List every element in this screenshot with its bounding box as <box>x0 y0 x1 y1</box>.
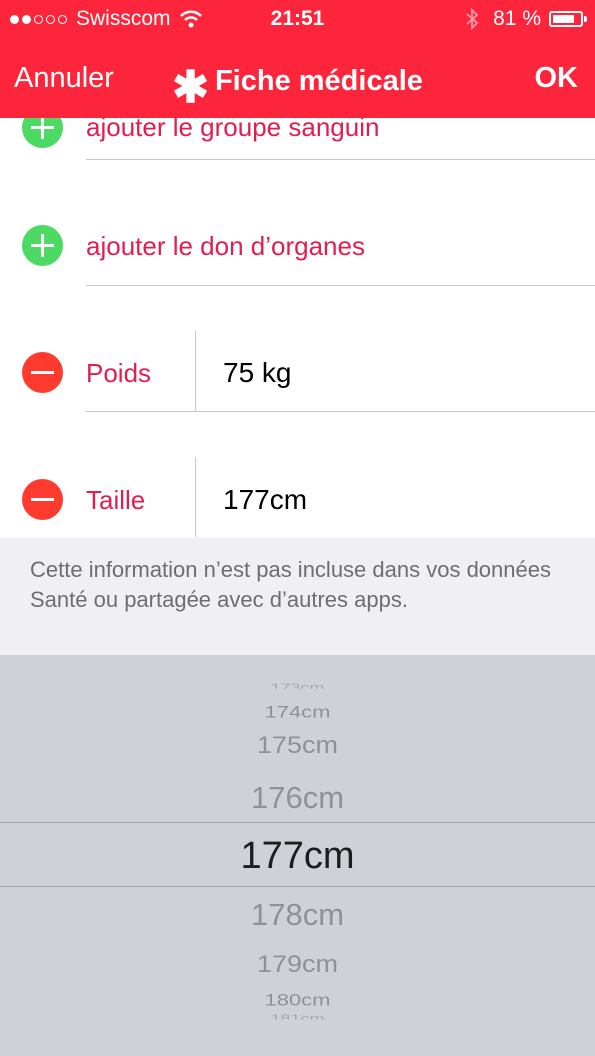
page-title-text: Fiche médicale <box>214 65 423 97</box>
ok-button[interactable]: OK <box>535 62 579 95</box>
height-label: Taille <box>86 485 146 515</box>
height-picker[interactable]: 173cm 174cm 175cm 176cm 177cm 178cm 179c… <box>0 655 595 1056</box>
picker-option[interactable]: 181cm <box>0 1012 595 1019</box>
add-icon[interactable] <box>22 118 63 148</box>
column-divider <box>195 457 196 537</box>
picker-option[interactable]: 180cm <box>0 990 595 1010</box>
picker-selection-top <box>0 822 595 823</box>
add-icon[interactable] <box>22 225 63 266</box>
picker-option[interactable]: 174cm <box>0 702 595 722</box>
height-value[interactable]: 177cm <box>223 484 307 516</box>
picker-option[interactable]: 178cm <box>0 897 595 933</box>
picker-option[interactable]: 173cm <box>0 681 595 688</box>
add-blood-group-label[interactable]: ajouter le groupe sanguin <box>86 118 379 143</box>
weight-label: Poids <box>86 358 152 388</box>
battery-percent: 81 % <box>493 7 541 30</box>
add-organ-donor-row[interactable]: ajouter le don d’organes <box>0 206 595 286</box>
navigation-bar: Annuler ✱ Fiche médicale OK <box>0 40 595 118</box>
bluetooth-icon <box>466 8 479 30</box>
add-organ-donor-label[interactable]: ajouter le don d’organes <box>86 231 365 262</box>
height-row[interactable]: Taille 177cm <box>0 457 595 537</box>
weight-row[interactable]: Poids 75 kg <box>0 331 595 411</box>
weight-value[interactable]: 75 kg <box>223 357 292 389</box>
picker-selection-bottom <box>0 886 595 887</box>
picker-option[interactable]: 179cm <box>0 951 595 979</box>
medical-form: ajouter le groupe sanguin ajouter le don… <box>0 118 595 538</box>
medical-id-icon: ✱ <box>172 63 209 112</box>
column-divider <box>195 331 196 411</box>
add-blood-group-row[interactable]: ajouter le groupe sanguin <box>0 118 595 168</box>
divider <box>86 411 595 412</box>
remove-icon[interactable] <box>22 479 63 520</box>
header-bar: Swisscom 21:51 81 % Annuler ✱ Fiche médic… <box>0 0 595 118</box>
divider <box>86 285 595 286</box>
privacy-note: Cette information n’est pas incluse dans… <box>0 538 595 655</box>
picker-option[interactable]: 175cm <box>0 732 595 760</box>
picker-option[interactable]: 176cm <box>0 780 595 816</box>
privacy-note-text: Cette information n’est pas incluse dans… <box>30 557 551 612</box>
divider <box>86 159 595 160</box>
battery-icon <box>549 11 587 27</box>
remove-icon[interactable] <box>22 352 63 393</box>
status-bar: Swisscom 21:51 81 % <box>0 0 595 40</box>
picker-selected-option[interactable]: 177cm <box>0 835 595 878</box>
page-title: ✱ Fiche médicale <box>0 62 595 113</box>
battery-fill <box>553 15 575 23</box>
